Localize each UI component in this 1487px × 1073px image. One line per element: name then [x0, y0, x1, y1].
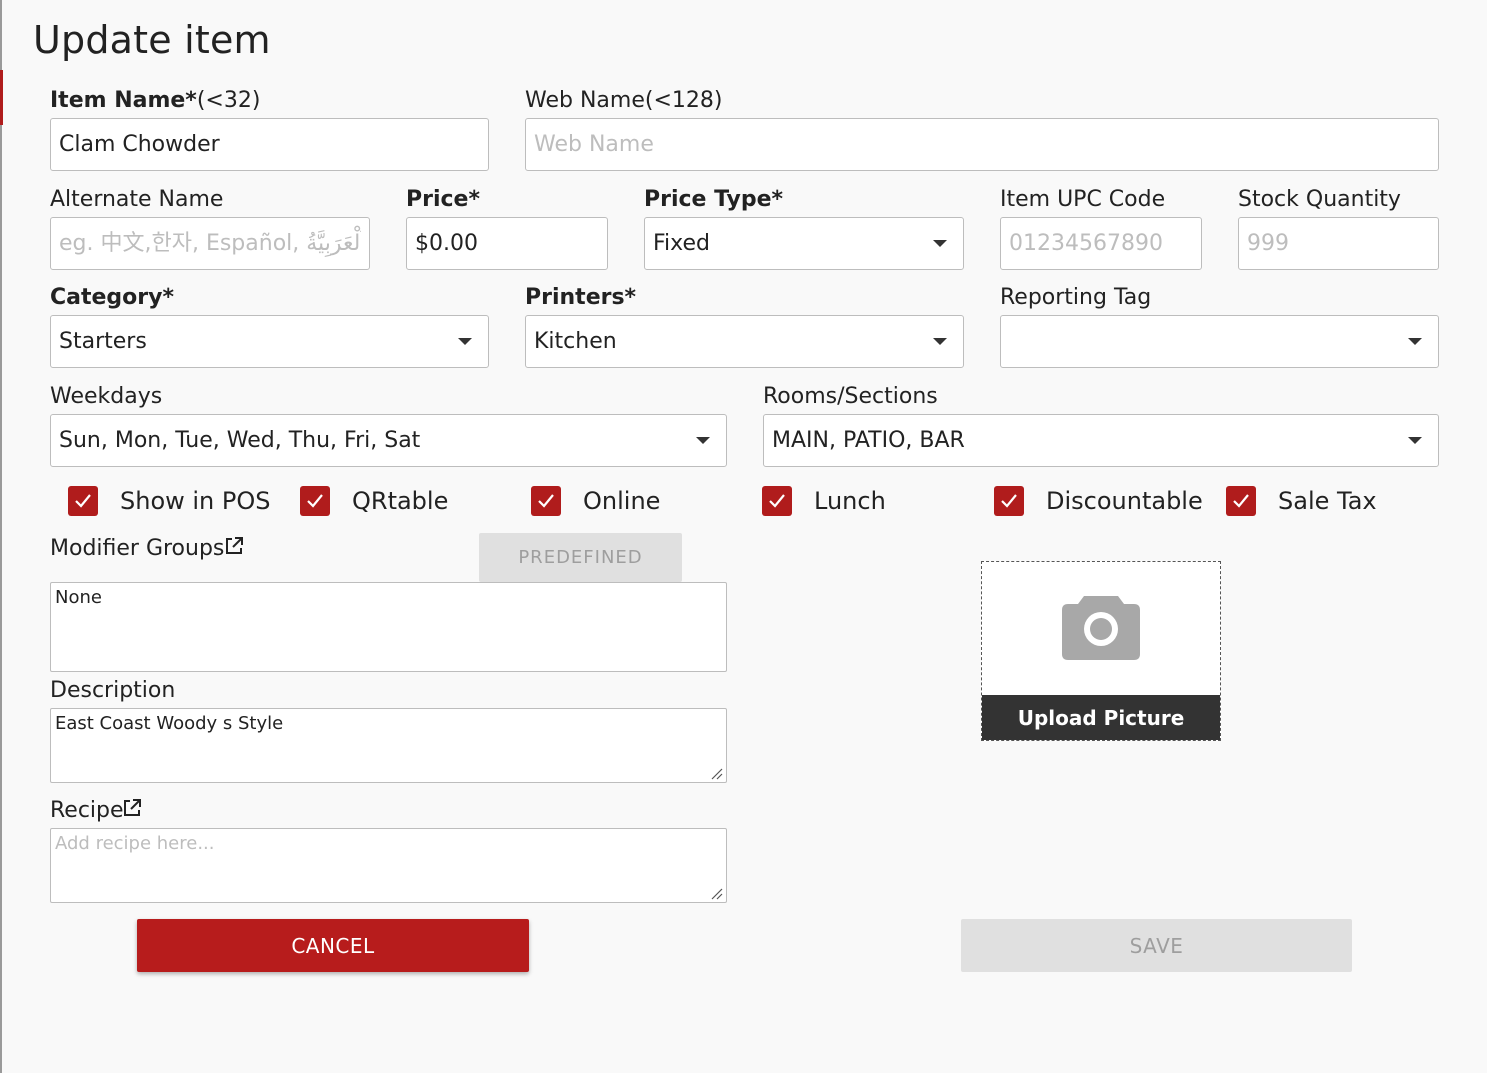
chevron-down-icon — [933, 338, 947, 345]
price-type-value: Fixed — [653, 231, 711, 256]
web-name-input[interactable] — [525, 118, 1439, 171]
reporting-tag-label: Reporting Tag — [1000, 285, 1152, 310]
rooms-label: Rooms/Sections — [763, 384, 938, 409]
alternate-name-label: Alternate Name — [50, 187, 224, 212]
checkbox-sale-tax[interactable]: Sale Tax — [1226, 486, 1377, 516]
price-input[interactable] — [406, 217, 608, 270]
category-value: Starters — [59, 329, 147, 354]
upload-picture-button[interactable]: Upload Picture — [982, 695, 1220, 740]
rooms-select[interactable]: MAIN, PATIO, BAR — [763, 414, 1439, 467]
category-select[interactable]: Starters — [50, 315, 489, 368]
stock-input[interactable] — [1238, 217, 1439, 270]
external-link-icon[interactable] — [122, 798, 142, 822]
left-edge-accent — [0, 70, 3, 125]
price-label: Price* — [406, 187, 480, 212]
save-button[interactable]: SAVE — [961, 919, 1352, 972]
checkbox-label: Show in POS — [120, 487, 271, 515]
description-textarea[interactable]: East Coast Woody s Style — [50, 708, 727, 783]
printers-label: Printers* — [525, 285, 636, 310]
rooms-value: MAIN, PATIO, BAR — [772, 428, 965, 453]
weekdays-label: Weekdays — [50, 384, 163, 409]
web-name-label: Web Name(<128) — [525, 88, 723, 113]
camera-icon — [1062, 596, 1140, 660]
checkmark-icon — [531, 486, 561, 516]
description-label: Description — [50, 678, 176, 703]
chevron-down-icon — [933, 240, 947, 247]
external-link-icon[interactable] — [224, 536, 244, 560]
category-label-text: Category* — [50, 285, 174, 310]
price-label-text: Price* — [406, 187, 480, 212]
upc-input[interactable] — [1000, 217, 1202, 270]
weekdays-value: Sun, Mon, Tue, Wed, Thu, Fri, Sat — [59, 428, 421, 453]
checkbox-qrtable[interactable]: QRtable — [300, 486, 448, 516]
resize-handle-icon[interactable] — [709, 766, 723, 780]
checkbox-label: Sale Tax — [1278, 487, 1377, 515]
checkbox-label: Online — [583, 487, 661, 515]
checkbox-show-in-pos[interactable]: Show in POS — [68, 486, 271, 516]
checkmark-icon — [762, 486, 792, 516]
reporting-tag-select[interactable] — [1000, 315, 1439, 368]
predefined-button[interactable]: PREDEFINED — [479, 533, 682, 582]
cancel-button[interactable]: CANCEL — [137, 919, 529, 972]
weekdays-select[interactable]: Sun, Mon, Tue, Wed, Thu, Fri, Sat — [50, 414, 727, 467]
checkmark-icon — [994, 486, 1024, 516]
upc-label: Item UPC Code — [1000, 187, 1166, 212]
modifier-groups-box[interactable]: None — [50, 582, 727, 672]
checkbox-lunch[interactable]: Lunch — [762, 486, 886, 516]
checkbox-label: QRtable — [352, 487, 449, 515]
printers-value: Kitchen — [534, 329, 617, 354]
printers-select[interactable]: Kitchen — [525, 315, 964, 368]
price-type-select[interactable]: Fixed — [644, 217, 964, 270]
checkmark-icon — [1226, 486, 1256, 516]
checkbox-online[interactable]: Online — [531, 486, 660, 516]
upload-picture-area[interactable]: Upload Picture — [981, 561, 1221, 741]
alternate-name-input[interactable] — [50, 217, 370, 270]
recipe-textarea[interactable] — [50, 828, 727, 903]
checkbox-label: Lunch — [814, 487, 886, 515]
chevron-down-icon — [1408, 338, 1422, 345]
category-label: Category* — [50, 285, 174, 310]
checkmark-icon — [300, 486, 330, 516]
checkbox-discountable[interactable]: Discountable — [994, 486, 1203, 516]
recipe-label: Recipe — [50, 798, 124, 823]
price-type-label: Price Type* — [644, 187, 783, 212]
chevron-down-icon — [1408, 437, 1422, 444]
item-name-label-required: Item Name* — [50, 88, 197, 113]
resize-handle-icon[interactable] — [709, 886, 723, 900]
chevron-down-icon — [696, 437, 710, 444]
item-name-label-hint: (<32) — [196, 88, 261, 113]
item-name-label: Item Name*(<32) — [50, 88, 260, 113]
stock-label: Stock Quantity — [1238, 187, 1401, 212]
checkmark-icon — [68, 486, 98, 516]
left-window-edge — [0, 0, 2, 1073]
modifier-groups-label-text: Modifier Groups — [50, 536, 225, 561]
item-name-input[interactable] — [50, 118, 489, 171]
chevron-down-icon — [458, 338, 472, 345]
modifier-groups-label: Modifier Groups — [50, 536, 224, 561]
checkbox-label: Discountable — [1046, 487, 1203, 515]
printers-label-text: Printers* — [525, 285, 637, 310]
price-type-label-text: Price Type* — [644, 187, 784, 212]
modifier-groups-value: None — [55, 587, 102, 608]
dialog-title: Update item — [33, 18, 271, 62]
